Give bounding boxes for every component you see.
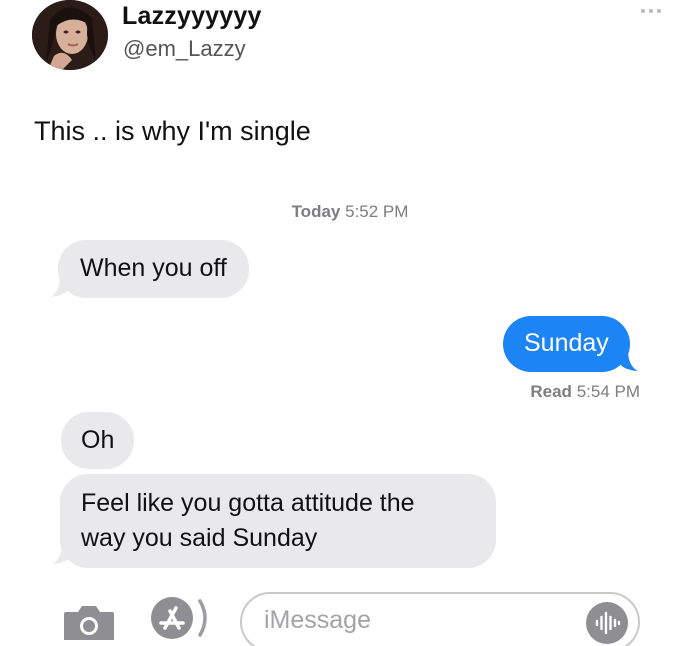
bubble-tail xyxy=(620,350,638,371)
camera-icon[interactable] xyxy=(62,604,116,642)
message-timestamp: Today 5:52 PM xyxy=(0,202,700,222)
audio-waveform-icon[interactable] xyxy=(586,602,628,644)
message-text: Oh xyxy=(81,426,115,454)
display-name[interactable]: Lazzyyyyyy xyxy=(122,2,262,31)
tweet-header: Lazzyyyyyy @em_Lazzy xyxy=(0,0,700,80)
tweet-text: This .. is why I'm single xyxy=(34,116,311,146)
app-store-icon[interactable] xyxy=(150,595,212,641)
avatar[interactable] xyxy=(32,0,108,70)
message-text-line: Feel like you gotta attitude the xyxy=(81,489,415,517)
bubble-tail xyxy=(52,543,70,564)
read-label: Read xyxy=(530,382,572,401)
message-text: When you off xyxy=(80,254,227,282)
timestamp-day: Today xyxy=(291,202,341,221)
bubble-tail xyxy=(50,276,68,297)
message-input-placeholder: iMessage xyxy=(264,606,371,634)
incoming-message-bubble[interactable]: Feel like you gotta attitude the way you… xyxy=(60,474,496,568)
user-handle[interactable]: @em_Lazzy xyxy=(123,36,246,62)
incoming-message-bubble[interactable]: When you off xyxy=(58,240,249,298)
more-horizontal-icon[interactable] xyxy=(637,4,665,18)
message-text-line: way you said Sunday xyxy=(81,524,318,552)
incoming-message-bubble[interactable]: Oh xyxy=(61,412,135,469)
read-receipt: Read 5:54 PM xyxy=(530,382,640,402)
avatar-image xyxy=(32,0,108,70)
message-text: Sunday xyxy=(524,329,609,357)
read-time: 5:54 PM xyxy=(576,382,640,401)
outgoing-message-bubble[interactable]: Sunday xyxy=(503,316,630,372)
timestamp-time: 5:52 PM xyxy=(345,202,409,221)
